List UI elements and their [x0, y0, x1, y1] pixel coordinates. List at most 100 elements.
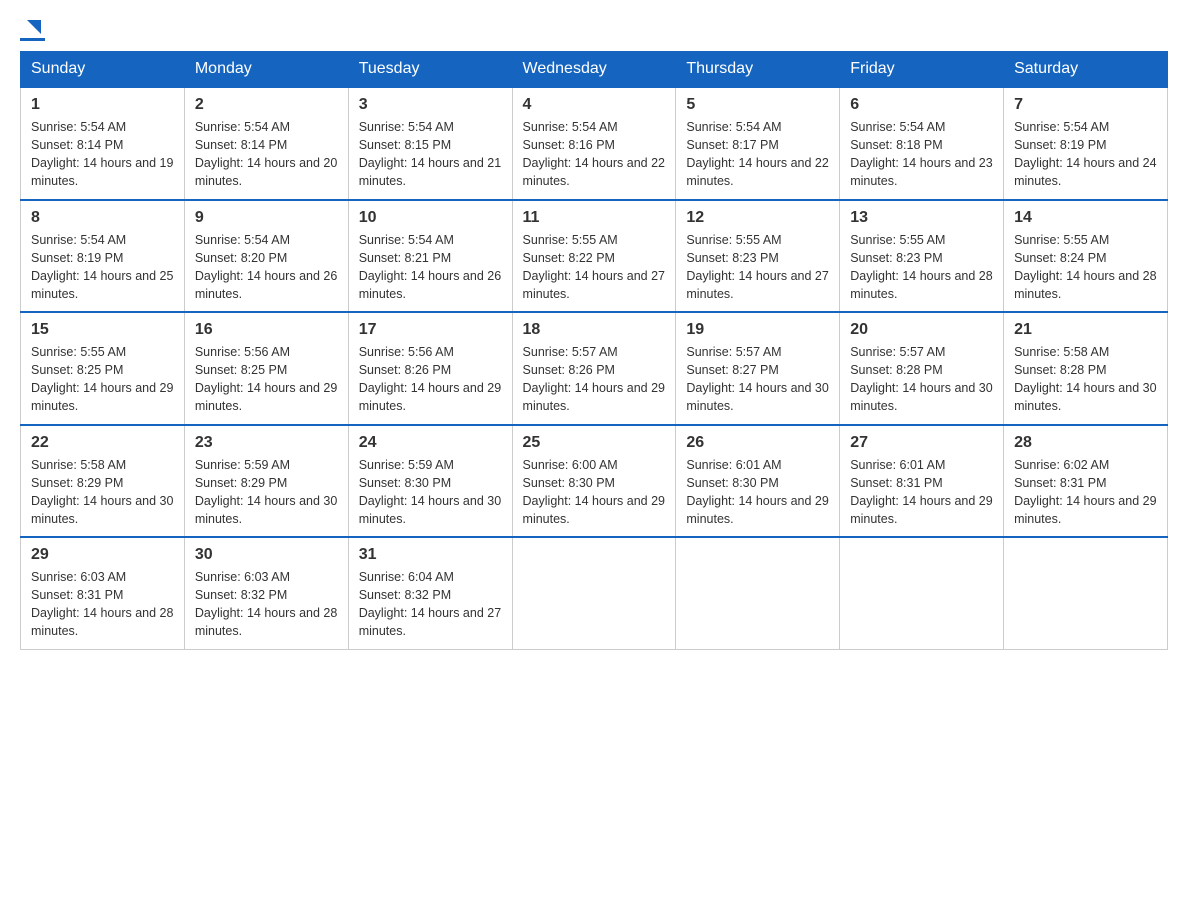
day-number: 15 [31, 321, 174, 339]
day-info: Sunrise: 5:55 AMSunset: 8:24 PMDaylight:… [1014, 231, 1157, 304]
day-number: 31 [359, 546, 502, 564]
day-number: 30 [195, 546, 338, 564]
day-number: 16 [195, 321, 338, 339]
day-info: Sunrise: 5:55 AMSunset: 8:25 PMDaylight:… [31, 343, 174, 416]
day-number: 24 [359, 434, 502, 452]
day-info: Sunrise: 5:54 AMSunset: 8:14 PMDaylight:… [195, 118, 338, 191]
calendar-day-cell: 27 Sunrise: 6:01 AMSunset: 8:31 PMDayligh… [840, 425, 1004, 538]
calendar-day-cell: 24 Sunrise: 5:59 AMSunset: 8:30 PMDayligh… [348, 425, 512, 538]
day-info: Sunrise: 5:59 AMSunset: 8:29 PMDaylight:… [195, 456, 338, 529]
day-number: 19 [686, 321, 829, 339]
day-number: 6 [850, 96, 993, 114]
calendar-day-cell: 11 Sunrise: 5:55 AMSunset: 8:22 PMDayligh… [512, 200, 676, 313]
calendar-empty-cell [840, 537, 1004, 649]
day-info: Sunrise: 5:57 AMSunset: 8:28 PMDaylight:… [850, 343, 993, 416]
calendar-day-cell: 18Sunrise: 5:57 AMSunset: 8:26 PMDayligh… [512, 312, 676, 425]
day-info: Sunrise: 5:56 AMSunset: 8:25 PMDaylight:… [195, 343, 338, 416]
day-number: 13 [850, 209, 993, 227]
calendar-day-cell: 19 Sunrise: 5:57 AMSunset: 8:27 PMDayligh… [676, 312, 840, 425]
day-info: Sunrise: 5:55 AMSunset: 8:23 PMDaylight:… [850, 231, 993, 304]
day-number: 20 [850, 321, 993, 339]
weekday-header-row: SundayMondayTuesdayWednesdayThursdayFrid… [21, 52, 1168, 88]
calendar-day-cell: 31 Sunrise: 6:04 AMSunset: 8:32 PMDayligh… [348, 537, 512, 649]
calendar-day-cell: 5 Sunrise: 5:54 AMSunset: 8:17 PMDaylight… [676, 87, 840, 200]
day-number: 10 [359, 209, 502, 227]
day-number: 3 [359, 96, 502, 114]
calendar-day-cell: 10 Sunrise: 5:54 AMSunset: 8:21 PMDayligh… [348, 200, 512, 313]
day-number: 1 [31, 96, 174, 114]
day-number: 9 [195, 209, 338, 227]
weekday-header-friday: Friday [840, 52, 1004, 88]
weekday-header-monday: Monday [184, 52, 348, 88]
calendar-day-cell: 28 Sunrise: 6:02 AMSunset: 8:31 PMDayligh… [1004, 425, 1168, 538]
day-number: 11 [523, 209, 666, 227]
day-info: Sunrise: 5:54 AMSunset: 8:15 PMDaylight:… [359, 118, 502, 191]
calendar-day-cell: 1 Sunrise: 5:54 AMSunset: 8:14 PMDaylight… [21, 87, 185, 200]
day-info: Sunrise: 5:58 AMSunset: 8:29 PMDaylight:… [31, 456, 174, 529]
day-number: 28 [1014, 434, 1157, 452]
day-info: Sunrise: 5:54 AMSunset: 8:14 PMDaylight:… [31, 118, 174, 191]
day-info: Sunrise: 6:04 AMSunset: 8:32 PMDaylight:… [359, 568, 502, 641]
day-info: Sunrise: 5:54 AMSunset: 8:19 PMDaylight:… [1014, 118, 1157, 191]
calendar-day-cell: 16 Sunrise: 5:56 AMSunset: 8:25 PMDayligh… [184, 312, 348, 425]
calendar-week-row: 8 Sunrise: 5:54 AMSunset: 8:19 PMDaylight… [21, 200, 1168, 313]
calendar-day-cell: 7 Sunrise: 5:54 AMSunset: 8:19 PMDaylight… [1004, 87, 1168, 200]
calendar-day-cell: 8 Sunrise: 5:54 AMSunset: 8:19 PMDaylight… [21, 200, 185, 313]
day-info: Sunrise: 6:02 AMSunset: 8:31 PMDaylight:… [1014, 456, 1157, 529]
calendar-day-cell: 29 Sunrise: 6:03 AMSunset: 8:31 PMDayligh… [21, 537, 185, 649]
calendar-day-cell: 23 Sunrise: 5:59 AMSunset: 8:29 PMDayligh… [184, 425, 348, 538]
calendar-empty-cell [512, 537, 676, 649]
day-info: Sunrise: 6:00 AMSunset: 8:30 PMDaylight:… [523, 456, 666, 529]
day-info: Sunrise: 5:54 AMSunset: 8:19 PMDaylight:… [31, 231, 174, 304]
day-info: Sunrise: 5:54 AMSunset: 8:21 PMDaylight:… [359, 231, 502, 304]
calendar-day-cell: 2 Sunrise: 5:54 AMSunset: 8:14 PMDaylight… [184, 87, 348, 200]
day-info: Sunrise: 5:59 AMSunset: 8:30 PMDaylight:… [359, 456, 502, 529]
day-info: Sunrise: 5:58 AMSunset: 8:28 PMDaylight:… [1014, 343, 1157, 416]
day-number: 17 [359, 321, 502, 339]
day-number: 26 [686, 434, 829, 452]
day-info: Sunrise: 5:54 AMSunset: 8:18 PMDaylight:… [850, 118, 993, 191]
calendar-day-cell: 13 Sunrise: 5:55 AMSunset: 8:23 PMDayligh… [840, 200, 1004, 313]
day-number: 22 [31, 434, 174, 452]
calendar-day-cell: 6 Sunrise: 5:54 AMSunset: 8:18 PMDaylight… [840, 87, 1004, 200]
logo-arrow-icon [23, 16, 45, 38]
day-number: 29 [31, 546, 174, 564]
calendar-day-cell: 21Sunrise: 5:58 AMSunset: 8:28 PMDayligh… [1004, 312, 1168, 425]
day-info: Sunrise: 5:54 AMSunset: 8:20 PMDaylight:… [195, 231, 338, 304]
day-number: 14 [1014, 209, 1157, 227]
calendar-day-cell: 12 Sunrise: 5:55 AMSunset: 8:23 PMDayligh… [676, 200, 840, 313]
day-info: Sunrise: 5:54 AMSunset: 8:17 PMDaylight:… [686, 118, 829, 191]
calendar-day-cell: 3 Sunrise: 5:54 AMSunset: 8:15 PMDaylight… [348, 87, 512, 200]
calendar-day-cell: 14 Sunrise: 5:55 AMSunset: 8:24 PMDayligh… [1004, 200, 1168, 313]
calendar-table: SundayMondayTuesdayWednesdayThursdayFrid… [20, 51, 1168, 650]
logo [20, 20, 45, 41]
day-number: 23 [195, 434, 338, 452]
day-number: 12 [686, 209, 829, 227]
day-info: Sunrise: 5:54 AMSunset: 8:16 PMDaylight:… [523, 118, 666, 191]
calendar-day-cell: 20 Sunrise: 5:57 AMSunset: 8:28 PMDayligh… [840, 312, 1004, 425]
day-number: 5 [686, 96, 829, 114]
day-info: Sunrise: 5:55 AMSunset: 8:23 PMDaylight:… [686, 231, 829, 304]
day-number: 27 [850, 434, 993, 452]
calendar-day-cell: 22 Sunrise: 5:58 AMSunset: 8:29 PMDayligh… [21, 425, 185, 538]
weekday-header-sunday: Sunday [21, 52, 185, 88]
day-info: Sunrise: 5:57 AMSunset: 8:27 PMDaylight:… [686, 343, 829, 416]
day-info: Sunrise: 6:01 AMSunset: 8:31 PMDaylight:… [850, 456, 993, 529]
day-number: 7 [1014, 96, 1157, 114]
weekday-header-thursday: Thursday [676, 52, 840, 88]
day-info: Sunrise: 5:56 AMSunset: 8:26 PMDaylight:… [359, 343, 502, 416]
day-info: Sunrise: 6:03 AMSunset: 8:31 PMDaylight:… [31, 568, 174, 641]
calendar-empty-cell [676, 537, 840, 649]
day-number: 25 [523, 434, 666, 452]
day-number: 2 [195, 96, 338, 114]
calendar-week-row: 22 Sunrise: 5:58 AMSunset: 8:29 PMDayligh… [21, 425, 1168, 538]
calendar-week-row: 29 Sunrise: 6:03 AMSunset: 8:31 PMDayligh… [21, 537, 1168, 649]
calendar-day-cell: 17 Sunrise: 5:56 AMSunset: 8:26 PMDayligh… [348, 312, 512, 425]
day-number: 8 [31, 209, 174, 227]
calendar-day-cell: 9 Sunrise: 5:54 AMSunset: 8:20 PMDaylight… [184, 200, 348, 313]
weekday-header-saturday: Saturday [1004, 52, 1168, 88]
calendar-day-cell: 4Sunrise: 5:54 AMSunset: 8:16 PMDaylight… [512, 87, 676, 200]
day-info: Sunrise: 5:55 AMSunset: 8:22 PMDaylight:… [523, 231, 666, 304]
calendar-day-cell: 15 Sunrise: 5:55 AMSunset: 8:25 PMDayligh… [21, 312, 185, 425]
calendar-day-cell: 26Sunrise: 6:01 AMSunset: 8:30 PMDayligh… [676, 425, 840, 538]
